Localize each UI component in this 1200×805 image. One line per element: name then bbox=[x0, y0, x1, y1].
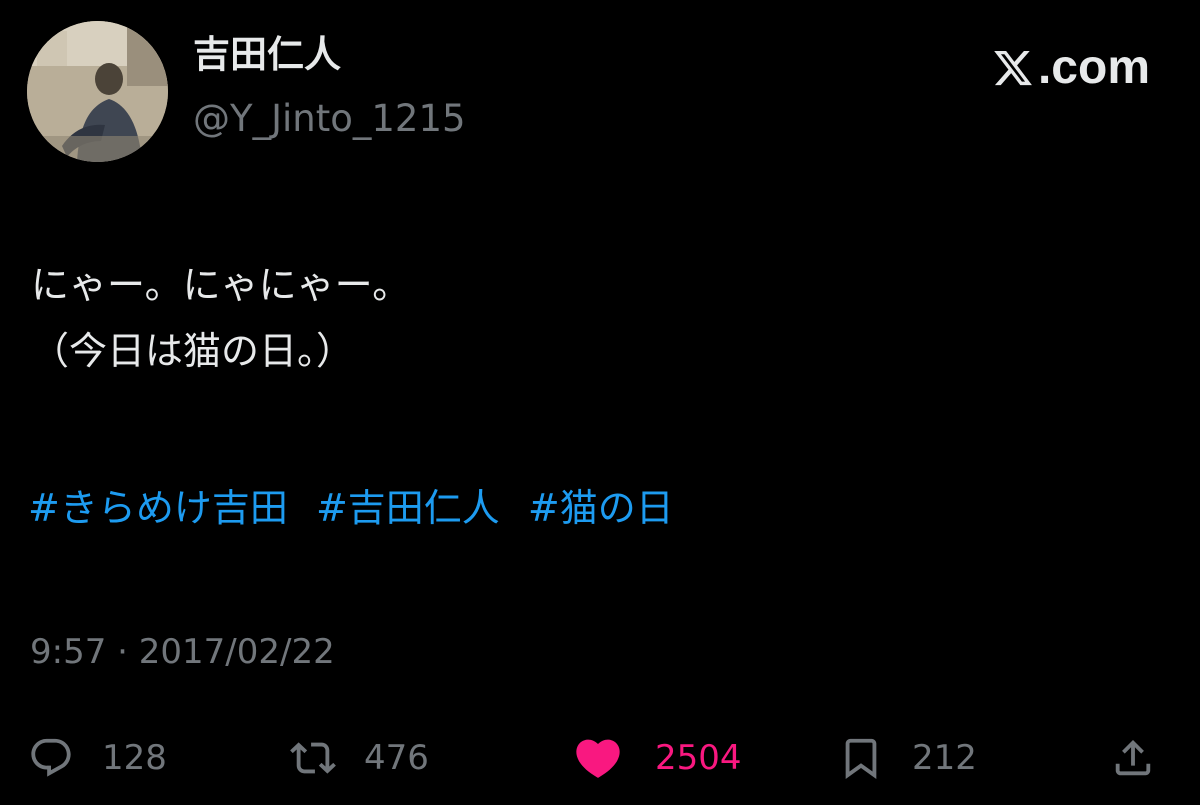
like-count: 2504 bbox=[655, 738, 742, 778]
brand-watermark: .com bbox=[992, 44, 1150, 92]
hashtag-link[interactable]: #きらめけ吉田 bbox=[28, 486, 288, 530]
avatar[interactable] bbox=[27, 21, 168, 162]
like-button[interactable]: 2504 bbox=[565, 728, 742, 788]
retweet-count: 476 bbox=[364, 738, 429, 778]
tweet-text-line: にゃー。にゃにゃー。 bbox=[31, 263, 411, 307]
author-handle[interactable]: @Y_Jinto_1215 bbox=[193, 100, 466, 137]
bookmark-icon bbox=[845, 738, 877, 779]
bookmark-count: 212 bbox=[912, 738, 977, 778]
tweet-text-line: （今日は猫の日。） bbox=[31, 329, 355, 373]
reply-count: 128 bbox=[102, 738, 167, 778]
share-button[interactable] bbox=[1110, 728, 1156, 788]
tweet-text: にゃー。にゃにゃー。 （今日は猫の日。） bbox=[31, 252, 410, 384]
retweet-button[interactable]: 476 bbox=[290, 728, 429, 788]
heart-icon bbox=[576, 739, 620, 778]
share-icon bbox=[1115, 739, 1151, 776]
author-display-name[interactable]: 吉田仁人 bbox=[193, 36, 341, 73]
brand-label: .com bbox=[1037, 41, 1150, 94]
avatar-photo bbox=[27, 21, 168, 162]
retweet-icon bbox=[290, 742, 336, 774]
reply-button[interactable]: 128 bbox=[28, 728, 167, 788]
x-logo-icon bbox=[994, 50, 1032, 86]
hashtag-link[interactable]: #猫の日 bbox=[528, 486, 674, 530]
reply-icon bbox=[31, 738, 71, 777]
hashtag-list: #きらめけ吉田 #吉田仁人 #猫の日 bbox=[28, 486, 674, 532]
hashtag-link[interactable]: #吉田仁人 bbox=[316, 486, 500, 530]
tweet-timestamp[interactable]: 9:57 · 2017/02/22 bbox=[30, 632, 335, 673]
bookmark-button[interactable]: 212 bbox=[838, 728, 977, 788]
action-bar: 128 476 2504 212 bbox=[0, 728, 1200, 788]
